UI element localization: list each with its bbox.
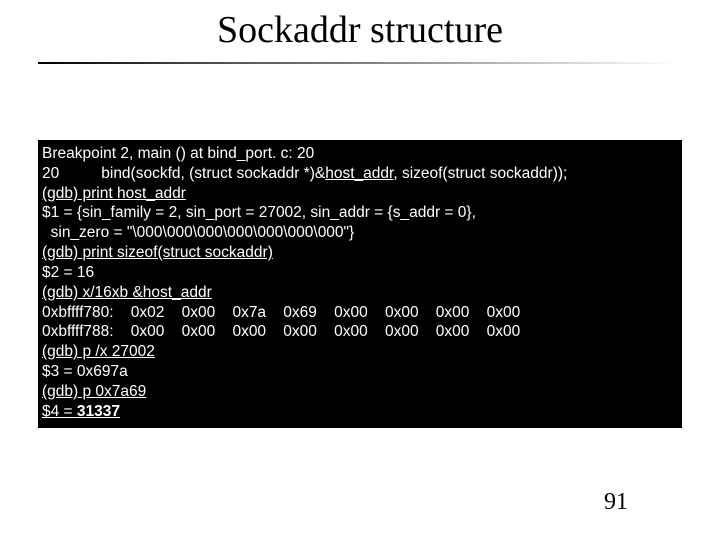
term-line: $4 = 31337 <box>42 402 678 422</box>
term-line: 0xbffff788: 0x00 0x00 0x00 0x00 0x00 0x0… <box>42 322 678 342</box>
term-line: (gdb) x/16xb &host_addr <box>42 283 678 303</box>
term-line: $2 = 16 <box>42 263 678 283</box>
term-line: 20bind(sockfd, (struct sockaddr *)&host_… <box>42 164 678 184</box>
term-line: 0xbffff780: 0x02 0x00 0x7a 0x69 0x00 0x0… <box>42 303 678 323</box>
term-line: Breakpoint 2, main () at bind_port. c: 2… <box>42 144 678 164</box>
term-line: (gdb) print host_addr <box>42 184 678 204</box>
term-line: $3 = 0x697a <box>42 362 678 382</box>
page-number: 91 <box>604 489 628 516</box>
term-line: (gdb) p 0x7a69 <box>42 382 678 402</box>
term-line: sin_zero = "\000\000\000\000\000\000\000… <box>42 223 678 243</box>
term-line: $1 = {sin_family = 2, sin_port = 27002, … <box>42 203 678 223</box>
slide-title: Sockaddr structure <box>0 0 720 62</box>
term-line: (gdb) print sizeof(struct sockaddr) <box>42 243 678 263</box>
gdb-terminal-block: Breakpoint 2, main () at bind_port. c: 2… <box>38 140 682 428</box>
term-line: (gdb) p /x 27002 <box>42 342 678 362</box>
title-divider <box>38 62 678 64</box>
